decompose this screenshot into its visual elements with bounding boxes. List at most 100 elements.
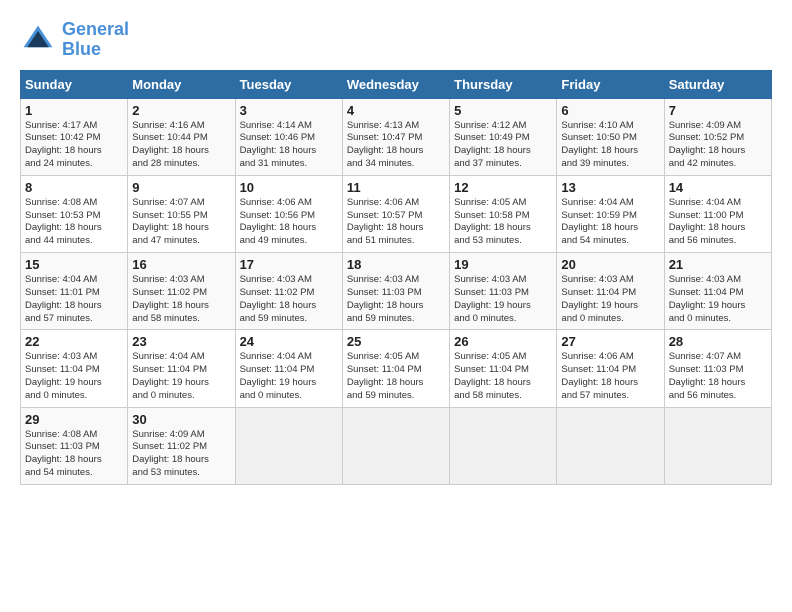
day-number: 7 xyxy=(669,103,767,118)
calendar-cell: 30 Sunrise: 4:09 AM Sunset: 11:02 PM Dayl… xyxy=(128,407,235,484)
day-number: 20 xyxy=(561,257,659,272)
day-info: Sunrise: 4:07 AM Sunset: 10:55 PM Daylig… xyxy=(132,197,230,248)
day-info: Sunrise: 4:04 AM Sunset: 10:59 PM Daylig… xyxy=(561,197,659,248)
day-number: 16 xyxy=(132,257,230,272)
calendar-cell: 14 Sunrise: 4:04 AM Sunset: 11:00 PM Dayl… xyxy=(664,175,771,252)
calendar-cell: 13 Sunrise: 4:04 AM Sunset: 10:59 PM Dayl… xyxy=(557,175,664,252)
day-info: Sunrise: 4:13 AM Sunset: 10:47 PM Daylig… xyxy=(347,120,445,171)
calendar-cell: 16 Sunrise: 4:03 AM Sunset: 11:02 PM Dayl… xyxy=(128,253,235,330)
calendar-cell: 29 Sunrise: 4:08 AM Sunset: 11:03 PM Dayl… xyxy=(21,407,128,484)
day-info: Sunrise: 4:05 AM Sunset: 11:04 PM Daylig… xyxy=(347,351,445,402)
calendar-cell: 5 Sunrise: 4:12 AM Sunset: 10:49 PM Dayli… xyxy=(450,98,557,175)
day-info: Sunrise: 4:17 AM Sunset: 10:42 PM Daylig… xyxy=(25,120,123,171)
calendar-cell: 24 Sunrise: 4:04 AM Sunset: 11:04 PM Dayl… xyxy=(235,330,342,407)
calendar-cell: 4 Sunrise: 4:13 AM Sunset: 10:47 PM Dayli… xyxy=(342,98,449,175)
calendar-cell: 20 Sunrise: 4:03 AM Sunset: 11:04 PM Dayl… xyxy=(557,253,664,330)
day-number: 14 xyxy=(669,180,767,195)
calendar-cell: 21Sunrise: 4:03 AM Sunset: 11:04 PM Dayl… xyxy=(664,253,771,330)
day-info: Sunrise: 4:04 AM Sunset: 11:00 PM Daylig… xyxy=(669,197,767,248)
day-number: 12 xyxy=(454,180,552,195)
day-number: 25 xyxy=(347,334,445,349)
calendar-cell xyxy=(664,407,771,484)
day-info: Sunrise: 4:04 AM Sunset: 11:04 PM Daylig… xyxy=(240,351,338,402)
day-number: 30 xyxy=(132,412,230,427)
day-number: 8 xyxy=(25,180,123,195)
day-number: 28 xyxy=(669,334,767,349)
calendar-cell xyxy=(342,407,449,484)
calendar-table: SundayMondayTuesdayWednesdayThursdayFrid… xyxy=(20,70,772,485)
day-info: Sunrise: 4:14 AM Sunset: 10:46 PM Daylig… xyxy=(240,120,338,171)
day-info: Sunrise: 4:07 AM Sunset: 11:03 PM Daylig… xyxy=(669,351,767,402)
day-number: 26 xyxy=(454,334,552,349)
day-info: Sunrise: 4:08 AM Sunset: 11:03 PM Daylig… xyxy=(25,429,123,480)
day-number: 13 xyxy=(561,180,659,195)
day-info: Sunrise: 4:05 AM Sunset: 11:04 PM Daylig… xyxy=(454,351,552,402)
day-info: Sunrise: 4:10 AM Sunset: 10:50 PM Daylig… xyxy=(561,120,659,171)
calendar-cell: 1 Sunrise: 4:17 AM Sunset: 10:42 PM Dayli… xyxy=(21,98,128,175)
calendar-cell: 28 Sunrise: 4:07 AM Sunset: 11:03 PM Dayl… xyxy=(664,330,771,407)
calendar-cell xyxy=(557,407,664,484)
calendar-cell xyxy=(235,407,342,484)
day-info: Sunrise: 4:09 AM Sunset: 11:02 PM Daylig… xyxy=(132,429,230,480)
day-info: Sunrise: 4:03 AM Sunset: 11:02 PM Daylig… xyxy=(132,274,230,325)
logo: General Blue xyxy=(20,20,129,60)
calendar-week-4: 22Sunrise: 4:03 AM Sunset: 11:04 PM Dayl… xyxy=(21,330,772,407)
day-number: 18 xyxy=(347,257,445,272)
calendar-cell: 12 Sunrise: 4:05 AM Sunset: 10:58 PM Dayl… xyxy=(450,175,557,252)
calendar-cell: 3 Sunrise: 4:14 AM Sunset: 10:46 PM Dayli… xyxy=(235,98,342,175)
day-number: 19 xyxy=(454,257,552,272)
day-info: Sunrise: 4:06 AM Sunset: 11:04 PM Daylig… xyxy=(561,351,659,402)
day-number: 29 xyxy=(25,412,123,427)
weekday-header-friday: Friday xyxy=(557,70,664,98)
day-info: Sunrise: 4:04 AM Sunset: 11:04 PM Daylig… xyxy=(132,351,230,402)
day-number: 22 xyxy=(25,334,123,349)
weekday-header-saturday: Saturday xyxy=(664,70,771,98)
calendar-cell: 10 Sunrise: 4:06 AM Sunset: 10:56 PM Dayl… xyxy=(235,175,342,252)
day-info: Sunrise: 4:04 AM Sunset: 11:01 PM Daylig… xyxy=(25,274,123,325)
calendar-cell xyxy=(450,407,557,484)
day-number: 27 xyxy=(561,334,659,349)
day-number: 10 xyxy=(240,180,338,195)
calendar-cell: 23 Sunrise: 4:04 AM Sunset: 11:04 PM Dayl… xyxy=(128,330,235,407)
calendar-cell: 27 Sunrise: 4:06 AM Sunset: 11:04 PM Dayl… xyxy=(557,330,664,407)
calendar-week-5: 29 Sunrise: 4:08 AM Sunset: 11:03 PM Dayl… xyxy=(21,407,772,484)
day-number: 21 xyxy=(669,257,767,272)
calendar-cell: 8 Sunrise: 4:08 AM Sunset: 10:53 PM Dayli… xyxy=(21,175,128,252)
day-info: Sunrise: 4:03 AM Sunset: 11:03 PM Daylig… xyxy=(454,274,552,325)
logo-icon xyxy=(20,22,56,58)
day-info: Sunrise: 4:16 AM Sunset: 10:44 PM Daylig… xyxy=(132,120,230,171)
calendar-cell: 19 Sunrise: 4:03 AM Sunset: 11:03 PM Dayl… xyxy=(450,253,557,330)
day-info: Sunrise: 4:06 AM Sunset: 10:56 PM Daylig… xyxy=(240,197,338,248)
calendar-cell: 11 Sunrise: 4:06 AM Sunset: 10:57 PM Dayl… xyxy=(342,175,449,252)
day-info: Sunrise: 4:06 AM Sunset: 10:57 PM Daylig… xyxy=(347,197,445,248)
weekday-header-tuesday: Tuesday xyxy=(235,70,342,98)
day-number: 11 xyxy=(347,180,445,195)
logo-text: General Blue xyxy=(62,20,129,60)
calendar-cell: 15 Sunrise: 4:04 AM Sunset: 11:01 PM Dayl… xyxy=(21,253,128,330)
day-number: 3 xyxy=(240,103,338,118)
weekday-header-row: SundayMondayTuesdayWednesdayThursdayFrid… xyxy=(21,70,772,98)
calendar-cell: 9Sunrise: 4:07 AM Sunset: 10:55 PM Dayli… xyxy=(128,175,235,252)
weekday-header-wednesday: Wednesday xyxy=(342,70,449,98)
calendar-cell: 26 Sunrise: 4:05 AM Sunset: 11:04 PM Dayl… xyxy=(450,330,557,407)
calendar-cell: 18 Sunrise: 4:03 AM Sunset: 11:03 PM Dayl… xyxy=(342,253,449,330)
day-info: Sunrise: 4:12 AM Sunset: 10:49 PM Daylig… xyxy=(454,120,552,171)
day-number: 23 xyxy=(132,334,230,349)
day-info: Sunrise: 4:09 AM Sunset: 10:52 PM Daylig… xyxy=(669,120,767,171)
day-number: 4 xyxy=(347,103,445,118)
day-info: Sunrise: 4:08 AM Sunset: 10:53 PM Daylig… xyxy=(25,197,123,248)
calendar-cell: 6Sunrise: 4:10 AM Sunset: 10:50 PM Dayli… xyxy=(557,98,664,175)
day-number: 1 xyxy=(25,103,123,118)
weekday-header-thursday: Thursday xyxy=(450,70,557,98)
calendar-cell: 25 Sunrise: 4:05 AM Sunset: 11:04 PM Dayl… xyxy=(342,330,449,407)
header: General Blue xyxy=(20,20,772,60)
day-info: Sunrise: 4:05 AM Sunset: 10:58 PM Daylig… xyxy=(454,197,552,248)
calendar-week-1: 1 Sunrise: 4:17 AM Sunset: 10:42 PM Dayli… xyxy=(21,98,772,175)
calendar-cell: 7 Sunrise: 4:09 AM Sunset: 10:52 PM Dayli… xyxy=(664,98,771,175)
day-info: Sunrise: 4:03 AM Sunset: 11:04 PM Daylig… xyxy=(561,274,659,325)
day-info: Sunrise: 4:03 AM Sunset: 11:03 PM Daylig… xyxy=(347,274,445,325)
day-number: 15 xyxy=(25,257,123,272)
calendar-cell: 2Sunrise: 4:16 AM Sunset: 10:44 PM Dayli… xyxy=(128,98,235,175)
day-number: 24 xyxy=(240,334,338,349)
day-number: 5 xyxy=(454,103,552,118)
